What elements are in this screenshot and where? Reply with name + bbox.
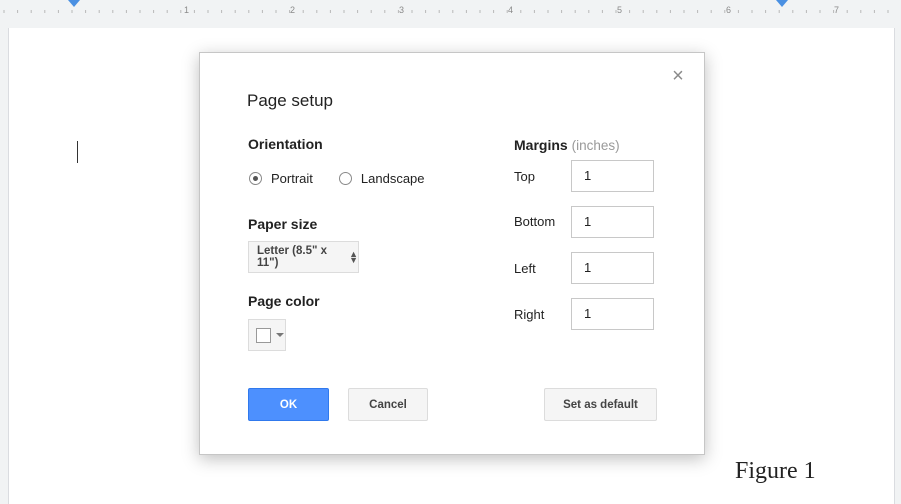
orientation-label: Orientation — [248, 136, 323, 152]
ruler-number: 1 — [184, 5, 190, 15]
ok-button[interactable]: OK — [248, 388, 329, 421]
ruler-number: 7 — [834, 5, 840, 15]
margin-top-label: Top — [514, 169, 535, 184]
color-swatch — [256, 327, 271, 343]
figure-caption: Figure 1 — [735, 458, 816, 484]
margins-heading: Margins (inches) — [514, 137, 620, 153]
dialog-title: Page setup — [247, 91, 334, 110]
margin-bottom-input[interactable]: 1 — [571, 206, 654, 238]
paper-size-label: Paper size — [248, 216, 318, 232]
landscape-label[interactable]: Landscape — [361, 171, 425, 186]
ruler-number: 4 — [508, 5, 514, 15]
ruler-number: 5 — [617, 5, 623, 15]
paper-size-value: Letter (8.5" x 11") — [257, 245, 328, 269]
left-indent-marker-icon[interactable] — [68, 0, 80, 8]
margin-left-label: Left — [514, 261, 536, 276]
paper-size-select[interactable]: Letter (8.5" x 11") ▲ ▼ — [248, 241, 359, 273]
margin-right-label: Right — [514, 307, 545, 322]
page-color-label: Page color — [248, 293, 320, 309]
updown-arrows-icon: ▲ ▼ — [349, 249, 358, 265]
margin-right-input[interactable]: 1 — [571, 298, 654, 330]
portrait-radio[interactable] — [249, 172, 262, 185]
landscape-radio[interactable] — [338, 172, 352, 185]
margins-unit: (inches) — [571, 138, 620, 153]
ruler-number: 2 — [290, 5, 296, 15]
ruler-ticks — [3, 10, 889, 13]
ruler: 1 2 3 4 5 6 7 — [0, 0, 901, 22]
close-icon[interactable]: × — [669, 66, 687, 86]
margin-top-input[interactable]: 1 — [571, 160, 654, 192]
orientation-options: Portrait Landscape — [249, 171, 451, 186]
ruler-number: 3 — [399, 5, 405, 15]
margin-bottom-label: Bottom — [514, 214, 556, 229]
page-setup-dialog: × Page setup Orientation Portrait Landsc… — [199, 52, 705, 455]
chevron-down-icon — [276, 333, 284, 337]
right-indent-marker-icon[interactable] — [776, 0, 788, 8]
page-color-picker[interactable] — [248, 319, 286, 351]
ruler-number: 6 — [726, 5, 732, 15]
margins-label: Margins — [514, 137, 568, 153]
set-as-default-button[interactable]: Set as default — [544, 388, 657, 421]
text-cursor — [77, 141, 78, 163]
portrait-label[interactable]: Portrait — [271, 171, 313, 186]
cancel-button[interactable]: Cancel — [348, 388, 428, 421]
margin-left-input[interactable]: 1 — [571, 252, 654, 284]
